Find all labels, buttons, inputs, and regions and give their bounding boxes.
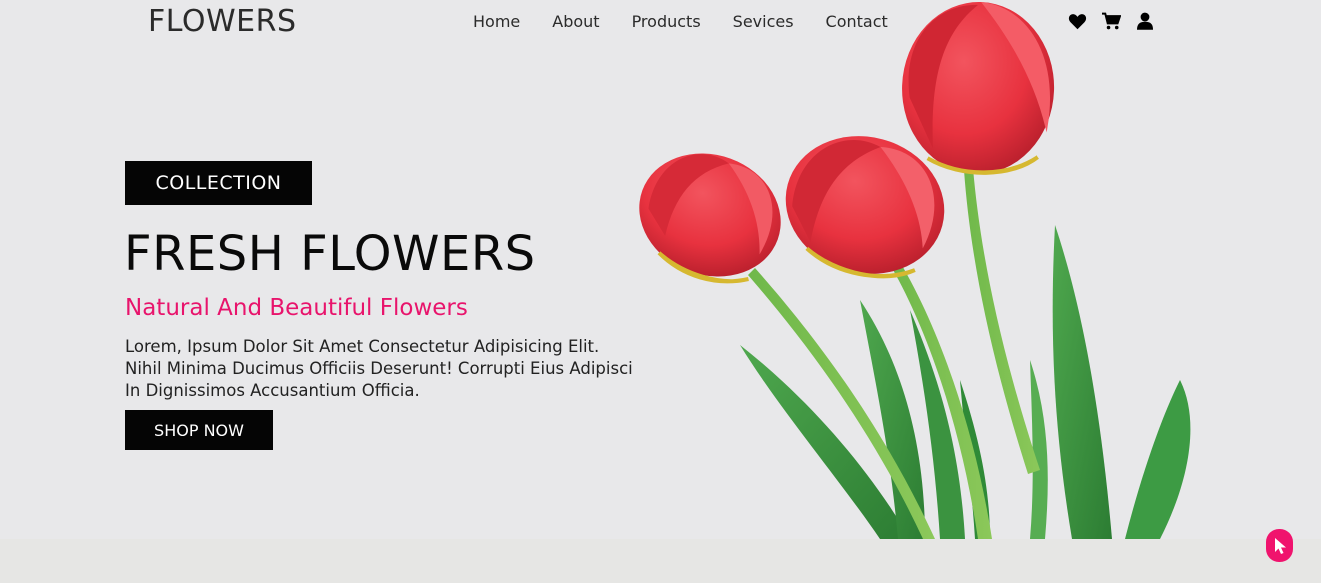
nav-products[interactable]: Products xyxy=(632,12,701,32)
site-logo[interactable]: FLOWERS xyxy=(148,4,297,39)
hero-subtitle: Natural And Beautiful Flowers xyxy=(125,295,468,321)
page: FLOWERS Home About Products Sevices Cont… xyxy=(0,0,1321,583)
main-nav: Home About Products Sevices Contact xyxy=(473,12,920,32)
pointer-cursor-icon xyxy=(1274,537,1286,554)
next-section xyxy=(0,539,1321,583)
hero-description: Lorem, Ipsum Dolor Sit Amet Consectetur … xyxy=(125,336,685,402)
hero-section: FLOWERS Home About Products Sevices Cont… xyxy=(0,0,1321,539)
nav-home[interactable]: Home xyxy=(473,12,520,32)
collection-badge: COLLECTION xyxy=(125,161,312,205)
hero-headline: FRESH FLOWERS xyxy=(124,226,536,282)
description-line: Nihil Minima Ducimus Officiis Deserunt! … xyxy=(125,359,633,378)
nav-services[interactable]: Sevices xyxy=(733,12,794,32)
floating-action-button[interactable] xyxy=(1266,529,1293,562)
nav-contact[interactable]: Contact xyxy=(826,12,888,32)
description-line: Lorem, Ipsum Dolor Sit Amet Consectetur … xyxy=(125,337,600,356)
tulips-image xyxy=(639,2,1191,539)
cart-icon[interactable] xyxy=(1101,11,1121,31)
description-line: In Dignissimos Accusantium Officia. xyxy=(125,381,420,400)
user-icon[interactable] xyxy=(1135,11,1155,31)
heart-icon[interactable] xyxy=(1067,11,1087,31)
nav-about[interactable]: About xyxy=(552,12,599,32)
header-icons xyxy=(1067,11,1155,31)
shop-now-button[interactable]: SHOP NOW xyxy=(125,410,273,450)
